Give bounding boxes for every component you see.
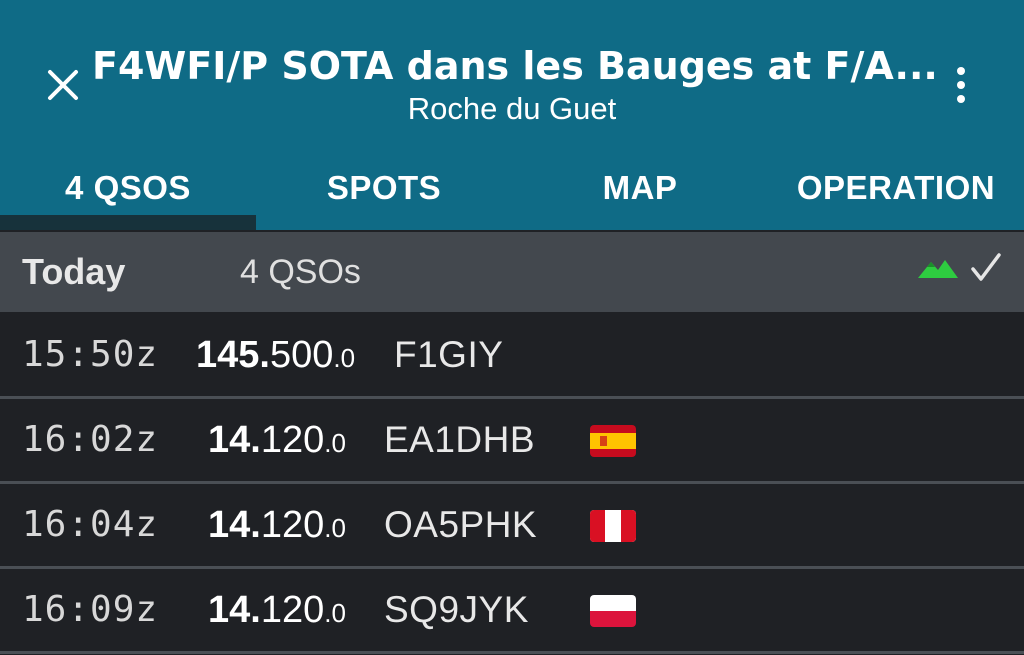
tab-active-indicator bbox=[0, 215, 256, 230]
qso-list: 15:50z 145.500.0 F1GIY 16:02z 14.120.0 E… bbox=[0, 314, 1024, 654]
qso-row[interactable]: 16:04z 14.120.0 OA5PHK bbox=[0, 484, 1024, 569]
day-section-header: Today 4 QSOs bbox=[0, 232, 1024, 312]
tab-qsos[interactable]: 4 QSOS bbox=[0, 150, 256, 230]
qso-frequency: 14.120.0 bbox=[208, 419, 346, 461]
tab-map[interactable]: MAP bbox=[512, 150, 768, 230]
spain-flag-icon bbox=[590, 425, 636, 457]
qso-time: 16:09z bbox=[22, 589, 159, 630]
qso-time: 16:04z bbox=[22, 504, 159, 545]
qso-callsign: F1GIY bbox=[394, 334, 504, 375]
tab-label: OPERATION bbox=[796, 169, 996, 206]
page-subtitle: Roche du Guet bbox=[407, 91, 617, 126]
qso-frequency: 145.500.0 bbox=[196, 334, 356, 376]
qso-frequency: 14.120.0 bbox=[208, 589, 346, 631]
qso-row[interactable]: 16:02z 14.120.0 EA1DHB bbox=[0, 399, 1024, 484]
tab-label: MAP bbox=[602, 169, 678, 206]
mountain-icon bbox=[918, 260, 958, 278]
qso-callsign: EA1DHB bbox=[384, 419, 536, 460]
tab-bar: 4 QSOS SPOTS MAP OPERATION bbox=[0, 150, 1024, 230]
qso-time: 15:50z bbox=[22, 334, 159, 375]
check-icon bbox=[971, 253, 1001, 281]
tab-label: SPOTS bbox=[326, 169, 442, 206]
qso-frequency: 14.120.0 bbox=[208, 504, 346, 546]
poland-flag-icon bbox=[590, 595, 636, 627]
app-bar: F4WFI/P SOTA dans les Bauges at F/A... R… bbox=[0, 0, 1024, 230]
tab-spots[interactable]: SPOTS bbox=[256, 150, 512, 230]
qso-callsign: SQ9JYK bbox=[384, 589, 529, 630]
qso-time: 16:02z bbox=[22, 419, 159, 460]
day-label: Today bbox=[22, 251, 126, 292]
more-vert-icon bbox=[957, 67, 965, 75]
qso-count: 4 QSOs bbox=[240, 252, 361, 291]
tab-operation[interactable]: OPERATION bbox=[768, 150, 1024, 230]
page-title: F4WFI/P SOTA dans les Bauges at F/A... bbox=[92, 44, 938, 88]
overflow-menu-button[interactable] bbox=[940, 62, 982, 108]
qso-callsign: OA5PHK bbox=[384, 504, 538, 545]
qso-row[interactable]: 16:09z 14.120.0 SQ9JYK bbox=[0, 569, 1024, 654]
qso-row[interactable]: 15:50z 145.500.0 F1GIY bbox=[0, 314, 1024, 399]
peru-flag-icon bbox=[590, 510, 636, 542]
tab-label: 4 QSOS bbox=[65, 169, 191, 206]
